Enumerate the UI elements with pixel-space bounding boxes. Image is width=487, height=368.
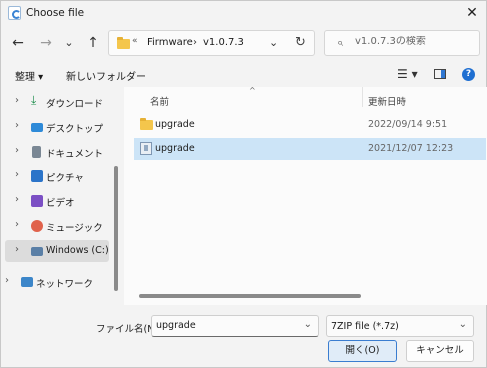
expand-arrow-icon[interactable]: › xyxy=(5,275,9,286)
title-bar: Choose file ✕ xyxy=(1,1,487,26)
help-icon[interactable]: ? xyxy=(462,68,475,81)
cancel-button[interactable]: キャンセル xyxy=(406,340,474,362)
column-divider[interactable] xyxy=(362,87,363,107)
chevron-down-icon[interactable]: ⌄ xyxy=(304,319,312,330)
window-title: Choose file xyxy=(26,7,85,19)
sidebar-item-downloads[interactable]: › ⤓ ダウンロード xyxy=(5,91,109,113)
expand-arrow-icon[interactable]: › xyxy=(15,219,19,230)
pictures-icon xyxy=(31,170,43,182)
videos-icon xyxy=(31,195,43,207)
sidebar-item-pictures[interactable]: › ピクチャ xyxy=(5,165,109,187)
desktop-icon xyxy=(31,123,43,132)
sidebar-item-label: デスクトップ xyxy=(46,124,104,135)
expand-arrow-icon[interactable]: › xyxy=(15,244,19,255)
sort-caret-icon: ^ xyxy=(249,86,256,95)
sidebar-item-documents[interactable]: › ドキュメント xyxy=(5,141,109,163)
search-input[interactable] xyxy=(355,36,475,47)
breadcrumb-firmware[interactable]: Firmware xyxy=(147,37,193,48)
download-icon: ⤓ xyxy=(31,93,37,107)
search-icon: ⌕ xyxy=(337,36,344,49)
back-button[interactable]: ← xyxy=(7,32,29,54)
address-bar[interactable]: « Firmware › v1.0.7.3 ⌄ ↻ xyxy=(108,30,315,56)
sidebar-item-music[interactable]: › ミュージック xyxy=(5,215,109,237)
close-button[interactable]: ✕ xyxy=(456,1,487,25)
expand-arrow-icon[interactable]: › xyxy=(15,194,19,205)
file-name: upgrade xyxy=(155,119,195,130)
sidebar-item-windows-c[interactable]: › Windows (C:) xyxy=(5,240,109,262)
overflow-chevron[interactable]: « xyxy=(132,36,138,46)
sidebar-item-label: ピクチャ xyxy=(46,173,84,184)
sidebar-item-label: ダウンロード xyxy=(46,99,104,110)
folder-icon xyxy=(140,118,153,130)
sidebar-item-label: Windows (C:) xyxy=(46,245,109,256)
recent-locations-button[interactable]: ⌄ xyxy=(58,32,80,54)
filename-input[interactable] xyxy=(156,320,296,331)
network-icon xyxy=(21,277,33,287)
sidebar-item-label: ミュージック xyxy=(46,223,103,234)
new-folder-button[interactable]: 新しいフォルダー xyxy=(66,68,146,83)
filetype-select[interactable]: 7ZIP file (*.7z) ⌄ xyxy=(326,315,474,337)
column-header-name[interactable]: 名前 xyxy=(150,94,169,108)
expand-arrow-icon[interactable]: › xyxy=(15,95,19,106)
address-dropdown-icon[interactable]: ⌄ xyxy=(269,36,278,49)
sidebar-item-label: ネットワーク xyxy=(36,279,94,290)
forward-button[interactable]: → xyxy=(35,32,57,54)
refresh-icon[interactable]: ↻ xyxy=(295,35,306,50)
archive-file-icon xyxy=(140,142,152,155)
sidebar-item-network[interactable]: › ネットワーク xyxy=(0,271,99,293)
breadcrumb-separator: › xyxy=(193,37,197,48)
sidebar-scrollbar[interactable] xyxy=(114,166,118,291)
file-date: 2022/09/14 9:51 xyxy=(368,119,448,130)
sidebar-item-desktop[interactable]: › デスクトップ xyxy=(5,116,109,138)
sidebar-item-videos[interactable]: › ビデオ xyxy=(5,190,109,212)
sidebar-item-label: ビデオ xyxy=(46,198,75,209)
file-dialog: Choose file ✕ ← → ⌄ ↑ « Firmware › v1.0.… xyxy=(0,0,487,368)
expand-arrow-icon[interactable]: › xyxy=(15,169,19,180)
folder-icon xyxy=(117,37,130,49)
documents-icon xyxy=(32,146,41,158)
open-button[interactable]: 開く(O) xyxy=(328,340,397,362)
view-options-icon[interactable]: ☰ ▾ xyxy=(397,67,418,81)
app-icon xyxy=(8,6,21,20)
filetype-value: 7ZIP file (*.7z) xyxy=(331,321,399,332)
chevron-down-icon: ⌄ xyxy=(458,319,467,330)
drive-icon xyxy=(31,247,43,256)
column-header-date[interactable]: 更新日時 xyxy=(368,94,406,108)
expand-arrow-icon[interactable]: › xyxy=(15,145,19,156)
organize-button[interactable]: 整理 ▾ xyxy=(15,68,43,83)
breadcrumb-version[interactable]: v1.0.7.3 xyxy=(203,37,244,48)
preview-pane-icon[interactable] xyxy=(434,69,446,79)
search-box[interactable]: ⌕ xyxy=(324,30,480,56)
sidebar-item-label: ドキュメント xyxy=(46,149,104,160)
file-list-scrollbar[interactable] xyxy=(139,294,361,298)
up-button[interactable]: ↑ xyxy=(82,32,104,54)
file-row[interactable]: upgrade 2021/12/07 12:23 xyxy=(134,138,486,160)
music-icon xyxy=(31,220,43,232)
file-name: upgrade xyxy=(155,143,195,154)
file-row[interactable]: upgrade 2022/09/14 9:51 xyxy=(134,114,486,136)
filename-combobox[interactable]: ⌄ xyxy=(151,315,319,337)
file-date: 2021/12/07 12:23 xyxy=(368,143,454,154)
expand-arrow-icon[interactable]: › xyxy=(15,120,19,131)
